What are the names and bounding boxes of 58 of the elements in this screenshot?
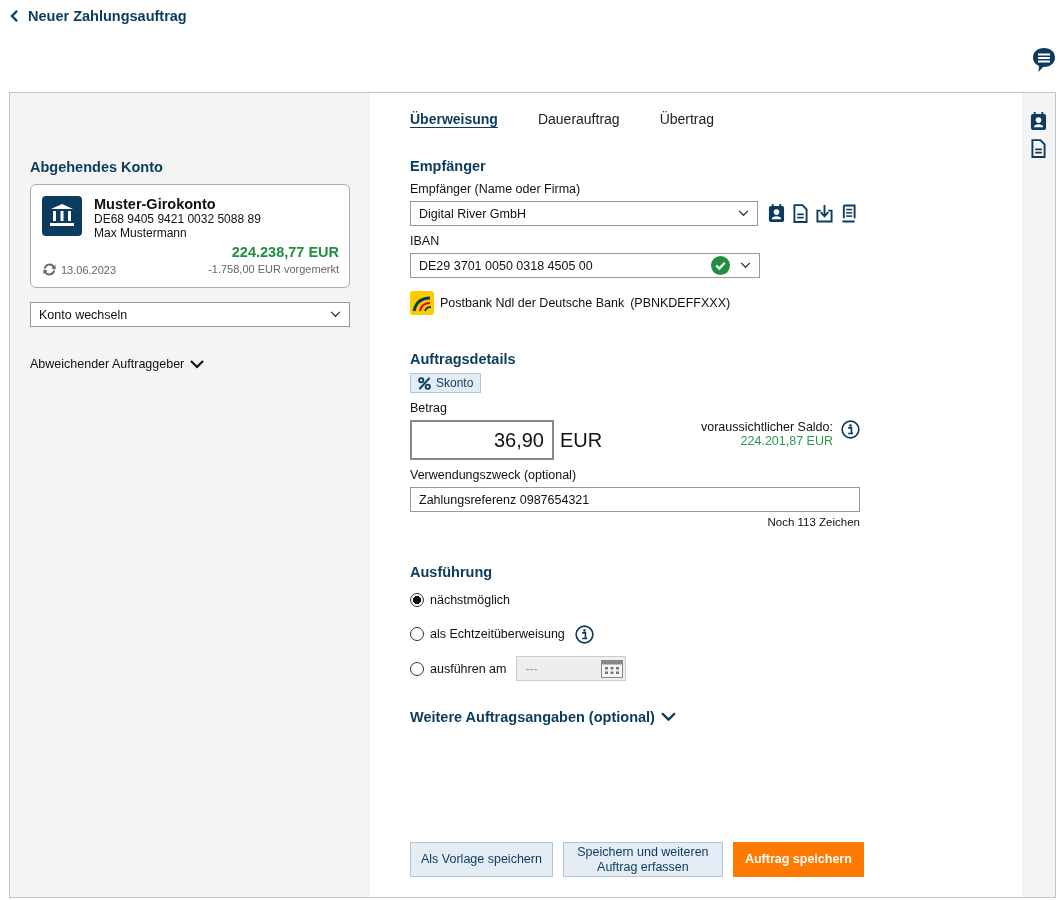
- character-counter: Noch 113 Zeichen: [766, 516, 860, 528]
- field-label: Betrag: [410, 401, 448, 415]
- document-icon[interactable]: [793, 204, 808, 223]
- balance-label: voraussichtlicher Saldo:: [701, 420, 833, 434]
- account-switch-select[interactable]: Konto wechseln: [30, 302, 350, 327]
- info-icon[interactable]: [574, 624, 594, 644]
- field-label: Empfänger (Name oder Firma): [410, 182, 582, 196]
- radio-option[interactable]: nächstmöglich: [410, 593, 510, 607]
- account-name: Muster-Girokonto: [94, 196, 217, 212]
- chevron-left-icon[interactable]: [10, 10, 19, 22]
- tab[interactable]: Dauerauftrag: [537, 111, 620, 129]
- bank-name: Postbank Ndl der Deutsche Bank: [440, 296, 625, 310]
- section-heading: Empfänger: [410, 158, 487, 174]
- address-book-icon[interactable]: [1030, 112, 1047, 131]
- address-book-icon[interactable]: [768, 204, 785, 223]
- radio-option[interactable]: als Echtzeitüberweisung: [410, 627, 565, 641]
- projected-balance: 224.201,87 EUR: [739, 434, 833, 448]
- calendar-icon[interactable]: [601, 659, 624, 678]
- chevron-down-icon[interactable]: [330, 311, 341, 318]
- chevron-down-icon[interactable]: [740, 262, 751, 269]
- document-icon[interactable]: [1031, 139, 1046, 158]
- chevron-icon[interactable]: [660, 712, 676, 722]
- update-date: 13.06.2023: [61, 263, 117, 276]
- currency-label: EUR: [560, 428, 603, 452]
- chat-icon[interactable]: [1032, 47, 1056, 73]
- iban-field[interactable]: DE29 3701 0050 0318 4505 00: [410, 253, 760, 278]
- bank-icon: [42, 196, 82, 236]
- bank-logo-icon: [410, 291, 434, 315]
- back-link[interactable]: Neuer Zahlungsauftrag: [10, 8, 187, 24]
- account-iban: DE68 9405 9421 0032 5088 89: [94, 212, 261, 226]
- refresh-icon[interactable]: [42, 263, 57, 276]
- discount-button[interactable]: Skonto: [410, 373, 482, 393]
- recipient-select[interactable]: Digital River GmbH: [410, 201, 758, 226]
- receipt-icon[interactable]: [841, 204, 856, 223]
- tab[interactable]: Überweisung: [410, 111, 498, 129]
- section-heading: Abgehendes Konto: [30, 159, 164, 175]
- purpose-field[interactable]: Zahlungsreferenz 0987654321: [410, 487, 860, 512]
- amount-field[interactable]: 36,90: [410, 420, 554, 460]
- pending-amount: -1.758,00 EUR vorgemerkt: [208, 263, 339, 276]
- tab[interactable]: Übertrag: [659, 111, 715, 129]
- percent-icon: [418, 376, 431, 390]
- field-label: IBAN: [410, 234, 441, 248]
- section-heading: Ausführung: [410, 564, 494, 580]
- chevron-icon[interactable]: [190, 359, 205, 369]
- chevron-down-icon[interactable]: [738, 210, 749, 217]
- download-icon[interactable]: [816, 204, 833, 223]
- more-details-toggle[interactable]: Weitere Auftragsangaben (optional): [410, 709, 676, 725]
- secondary-button[interactable]: Speichern und weiteren Auftrag erfassen: [562, 842, 723, 877]
- account-card[interactable]: Muster-Girokonto DE68 9405 9421 0032 5088 89 Max Mustermann 224.238,77 EUR 13.06.2023 -1.758,00 EUR vorgemerkt: [30, 184, 350, 288]
- secondary-button[interactable]: Als Vorlage speichern: [410, 842, 553, 877]
- info-icon[interactable]: [841, 420, 860, 439]
- other-payer-toggle[interactable]: Abweichender Auftraggeber: [30, 357, 350, 371]
- field-label: Verwendungszweck (optional): [410, 468, 578, 482]
- bank-bic: (PBNKDEFFXXX): [630, 296, 731, 310]
- section-heading: Auftragsdetails: [410, 351, 517, 367]
- radio-option[interactable]: ausführen am: [410, 661, 507, 676]
- account-balance: 224.238,77 EUR: [230, 244, 339, 260]
- account-holder: Max Mustermann: [94, 226, 188, 240]
